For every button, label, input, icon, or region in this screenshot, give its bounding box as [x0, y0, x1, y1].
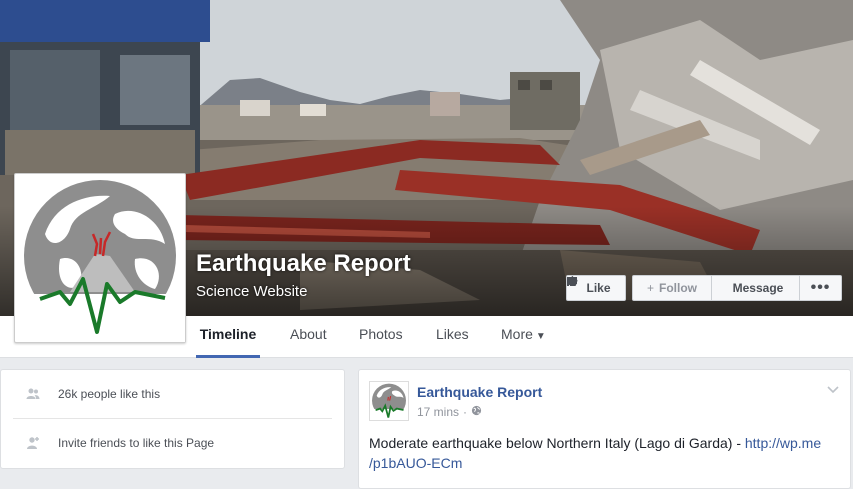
post-text: Moderate earthquake below Northern Italy…	[369, 435, 745, 451]
post-time-text[interactable]: 17 mins	[417, 405, 459, 419]
page-likes-card: 26k people like this Invite friends to l…	[0, 369, 345, 469]
tab-timeline[interactable]: Timeline	[196, 316, 260, 358]
post-timestamp: 17 mins ·	[417, 405, 482, 419]
add-person-icon	[25, 435, 41, 451]
post-card: Earthquake Report 17 mins · Moderate ear…	[358, 369, 851, 489]
message-label: Message	[732, 281, 784, 295]
cover-actions: Like + Follow Message •••	[566, 275, 842, 301]
post-time-separator: ·	[463, 405, 468, 419]
caret-down-icon: ▼	[535, 331, 546, 342]
tab-photos[interactable]: Photos	[359, 316, 403, 358]
page-name[interactable]: Earthquake Report	[196, 250, 411, 278]
post-link-part2: /p1bAUO-ECm	[369, 455, 463, 471]
tab-likes[interactable]: Likes	[436, 316, 469, 358]
message-button[interactable]: Message	[567, 275, 800, 301]
likes-count-text: 26k people like this	[58, 387, 161, 401]
tab-more[interactable]: More ▼	[501, 316, 546, 358]
post-body: Moderate earthquake below Northern Italy…	[369, 433, 829, 473]
post-link-part1: http://wp.me	[744, 435, 822, 451]
tab-about[interactable]: About	[290, 316, 327, 358]
invite-friends-row[interactable]: Invite friends to like this Page	[1, 419, 344, 467]
chevron-down-icon[interactable]	[826, 382, 840, 394]
tab-more-label: More	[501, 326, 533, 342]
invite-friends-text: Invite friends to like this Page	[58, 436, 215, 450]
follow-label: Follow	[659, 281, 697, 295]
page-category[interactable]: Science Website	[196, 283, 307, 300]
more-options-button[interactable]: •••	[800, 275, 842, 301]
like-label: Like	[586, 281, 611, 295]
likes-count-row[interactable]: 26k people like this	[1, 370, 344, 418]
post-author-avatar[interactable]	[369, 381, 409, 421]
globe-icon[interactable]	[471, 405, 482, 419]
people-icon	[25, 386, 41, 402]
earthquake-logo-icon	[24, 180, 185, 342]
follow-button[interactable]: + Follow	[632, 275, 712, 301]
page-profile-picture[interactable]	[14, 173, 186, 343]
post-author-name[interactable]: Earthquake Report	[417, 384, 542, 400]
plus-icon: +	[646, 281, 654, 295]
